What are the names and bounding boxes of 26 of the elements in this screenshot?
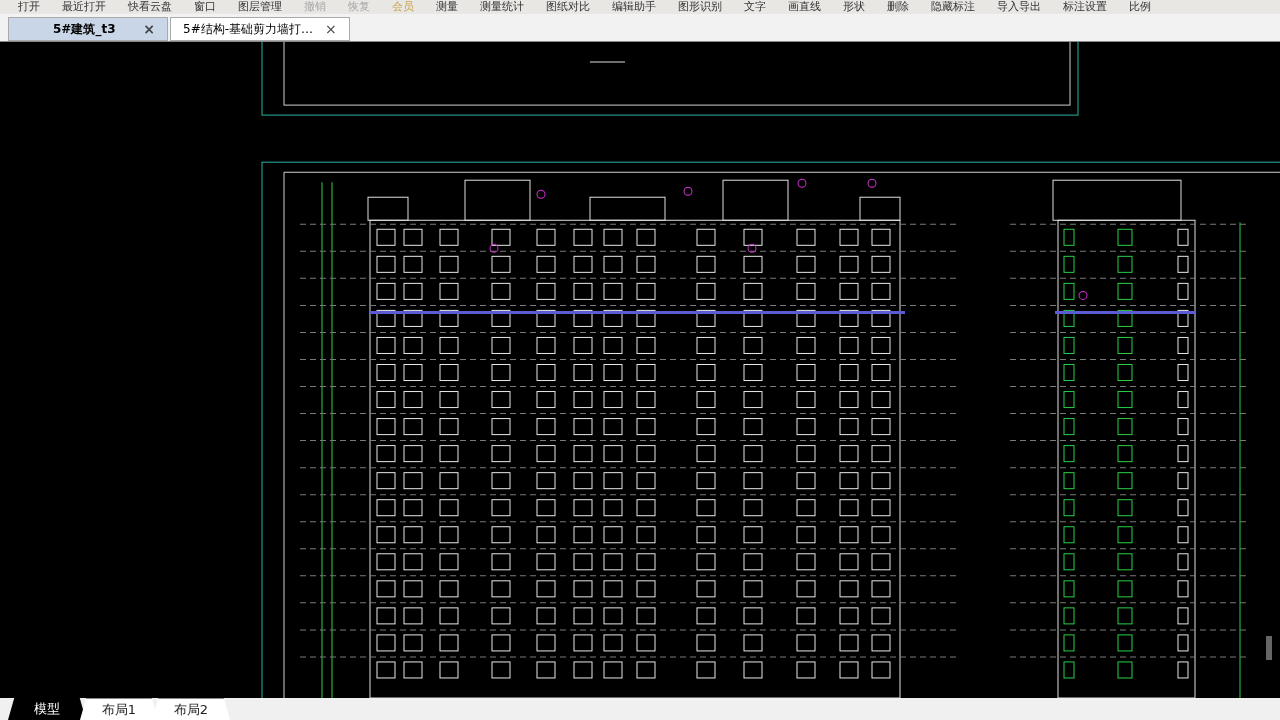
- menu-item[interactable]: 形状: [843, 0, 865, 14]
- tab-title: 5#结构-基础剪力墙打…: [183, 21, 314, 38]
- menu-item[interactable]: 测量: [436, 0, 458, 14]
- menu-item[interactable]: 隐藏标注: [931, 0, 975, 14]
- menu-item[interactable]: 图纸对比: [546, 0, 590, 14]
- layout-tab[interactable]: 布局2: [152, 698, 230, 720]
- menu-item[interactable]: 打开: [18, 0, 40, 14]
- menu-item[interactable]: 测量统计: [480, 0, 524, 14]
- close-button[interactable]: ×: [143, 18, 155, 40]
- menu-item[interactable]: 编辑助手: [612, 0, 656, 14]
- menu-item[interactable]: 文字: [744, 0, 766, 14]
- close-button[interactable]: ×: [325, 18, 337, 40]
- file-tab[interactable]: 5#建筑_t3 ×: [8, 17, 168, 41]
- menu-item[interactable]: 画直线: [788, 0, 821, 14]
- menu-item[interactable]: 导入导出: [997, 0, 1041, 14]
- menu-item[interactable]: 图形识别: [678, 0, 722, 14]
- menu-item[interactable]: 删除: [887, 0, 909, 14]
- tab-title: 5#建筑_t3: [53, 21, 116, 38]
- menu-item[interactable]: 标注设置: [1063, 0, 1107, 14]
- menu-item[interactable]: 图层管理: [238, 0, 282, 14]
- menu-item[interactable]: 比例: [1129, 0, 1151, 14]
- menu-item[interactable]: 窗口: [194, 0, 216, 14]
- menu-item[interactable]: 快看云盘: [128, 0, 172, 14]
- menu-item[interactable]: 最近打开: [62, 0, 106, 14]
- file-tab[interactable]: 5#结构-基础剪力墙打… ×: [170, 17, 350, 41]
- scrollbar-thumb[interactable]: [1266, 636, 1272, 660]
